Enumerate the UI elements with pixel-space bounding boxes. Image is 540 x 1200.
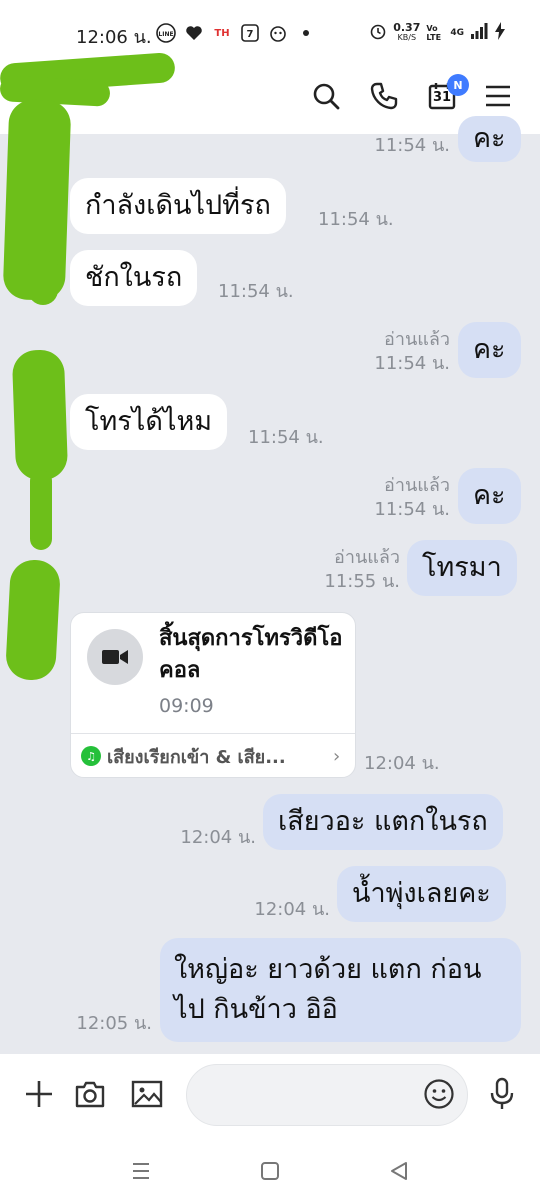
music-note-icon: ♫ [81,746,101,766]
message-time: 11:54 น. [374,135,450,156]
heart-icon [184,23,204,43]
message-time: 11:54 น. [248,427,324,448]
message-bubble-outgoing[interactable]: ใหญ่อะ ยาวด้วย แตก ก่อน ไป กินข้าว อิอิ [160,938,521,1042]
plus-icon[interactable] [21,1076,57,1112]
message-time: 12:04 น. [364,753,440,774]
message-text: คะ [473,334,506,365]
seven-eleven-icon: 7 [240,23,260,43]
message-time: 11:54 น. [318,209,394,230]
message-bubble-outgoing[interactable]: น้ำพุ่งเลยคะ [337,866,506,922]
redaction-scribble [30,470,52,550]
message-time: 12:04 น. [180,827,256,848]
message-bubble-incoming[interactable]: ชักในรถ [70,250,198,306]
call-duration: 09:09 [159,695,214,717]
dot-icon [296,23,316,43]
data-speed: 0.37 [393,20,421,34]
calendar-badge: N [447,74,469,96]
status-indicators: 0.37 KB/S Vo LTE 4G [369,22,506,43]
message-time: 11:55 น. [324,571,400,592]
video-call-card[interactable]: สิ้นสุดการโทรวิดีโอคอล 09:09 ♫ เสียงเรีย… [70,612,356,778]
message-text: ใหญ่อะ ยาวด้วย แตก ก่อน [174,954,482,985]
emoji-icon[interactable] [421,1076,457,1112]
read-receipt: อ่านแล้ว [384,475,450,496]
image-icon[interactable] [129,1076,165,1112]
status-time: 12:06 น. [76,27,152,48]
svg-text:7: 7 [247,29,254,40]
camera-icon[interactable] [72,1076,108,1112]
back-icon[interactable] [382,1154,416,1188]
chevron-right-icon: › [333,745,341,767]
message-text: เสียวอะ แตกในรถ [278,806,488,837]
divider [71,733,355,734]
video-camera-icon [87,629,143,685]
character-icon [268,23,288,43]
message-input-bar [0,1054,540,1142]
ringtone-link-text: เสียงเรียกเข้า & เสีย... [107,746,286,768]
svg-text:LINE: LINE [158,31,173,38]
call-title: สิ้นสุดการโทรวิดีโอคอล [159,626,343,683]
phone-icon[interactable] [366,78,402,114]
data-unit: KB/S [397,32,417,42]
charging-icon [494,22,506,43]
ringtone-link[interactable]: ♫ เสียงเรียกเข้า & เสีย... › [81,741,351,771]
recent-apps-icon[interactable] [124,1154,158,1188]
line-icon: LINE [156,23,176,43]
message-time: 12:04 น. [254,899,330,920]
message-time: 11:54 น. [374,353,450,374]
message-text: คะ [473,123,506,154]
volte-indicator: Vo LTE [426,23,442,42]
read-receipt: อ่านแล้ว [384,329,450,350]
message-time: 11:54 น. [374,499,450,520]
search-icon[interactable] [308,78,344,114]
redaction-scribble [11,349,69,481]
signal-icon [470,23,488,42]
microphone-icon[interactable] [484,1076,520,1112]
message-bubble-outgoing[interactable]: คะ [458,468,521,524]
message-bubble-outgoing[interactable]: เสียวอะ แตกในรถ [263,794,503,850]
message-input[interactable] [205,1081,415,1111]
message-bubble-incoming[interactable]: กำลังเดินไปที่รถ [70,178,286,234]
message-bubble-incoming[interactable]: โทรได้ไหม [70,394,228,450]
home-icon[interactable] [253,1154,287,1188]
network-type: 4G [450,27,464,38]
redaction-scribble [28,250,58,305]
message-time: 12:05 น. [76,1013,152,1034]
message-bubble-outgoing[interactable]: คะ [458,322,521,378]
message-text: โทรมา [422,552,502,583]
message-text: คะ [473,480,506,511]
message-bubble-outgoing[interactable]: โทรมา [407,540,517,596]
message-time: 11:54 น. [218,281,294,302]
message-text: กำลังเดินไปที่รถ [85,190,271,221]
menu-icon[interactable] [480,78,516,114]
chat-area[interactable]: คะ 11:54 น. กำลังเดินไปที่รถ 11:54 น. ชั… [0,116,540,1054]
message-text: น้ำพุ่งเลยคะ [352,878,491,909]
notification-icons: LINE TH 7 [156,23,316,43]
status-bar: 12:06 น. LINE TH 7 0.37 KB/S Vo LTE 4G [0,0,540,66]
message-text: ไป กินข้าว อิอิ [174,994,338,1025]
message-bubble-outgoing[interactable]: คะ [458,116,521,162]
message-text: ชักในรถ [85,262,183,293]
system-navigation-bar [0,1142,540,1200]
message-text: โทรได้ไหม [85,406,213,437]
redaction-scribble [4,558,62,682]
alarm-icon [369,22,387,43]
read-receipt: อ่านแล้ว [334,547,400,568]
th-icon: TH [214,27,230,39]
